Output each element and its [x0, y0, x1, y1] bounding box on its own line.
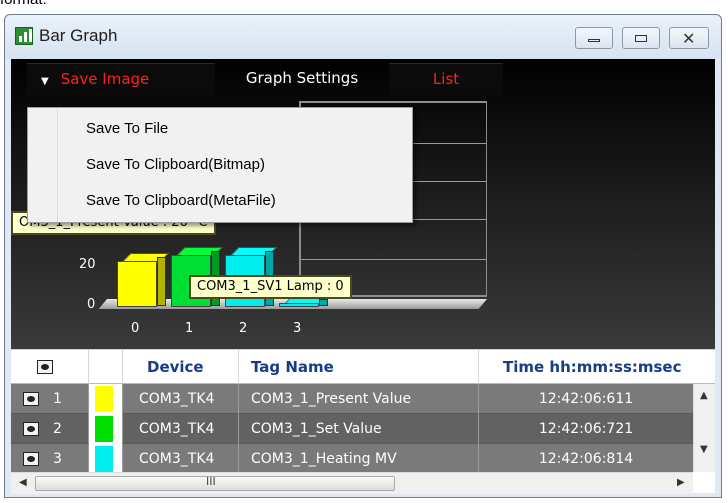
- horizontal-scrollbar[interactable]: ◀ III ▶: [11, 472, 693, 494]
- row-device: COM3_TK4: [123, 414, 239, 444]
- tab-save-image-label: Save Image: [60, 70, 150, 88]
- y-tick-label: 0: [87, 297, 96, 312]
- menu-item-save-to-file[interactable]: Save To File: [64, 112, 404, 146]
- row-device: COM3_TK4: [123, 444, 239, 474]
- color-swatch: [95, 446, 113, 472]
- color-swatch: [95, 416, 113, 442]
- eye-icon: [37, 360, 53, 374]
- header-color[interactable]: [89, 350, 123, 384]
- gridline: [301, 259, 487, 260]
- row-color-cell: [89, 384, 123, 414]
- row-tag-name: COM3_1_Heating MV: [239, 444, 479, 474]
- color-swatch: [95, 386, 113, 412]
- maximize-button[interactable]: [622, 27, 660, 49]
- tab-save-image[interactable]: ▼ Save Image: [27, 63, 215, 95]
- bar-0: [117, 253, 169, 307]
- row-visibility-cell[interactable]: 1: [11, 384, 89, 414]
- dropdown-arrow-icon: ▼: [41, 76, 49, 87]
- header-visibility[interactable]: [11, 350, 89, 384]
- title-bar[interactable]: Bar Graph ✕: [5, 15, 721, 59]
- row-visibility-cell[interactable]: 3: [11, 444, 89, 474]
- tab-list-label: List: [432, 70, 460, 88]
- scroll-right-icon[interactable]: ▶: [677, 477, 685, 488]
- row-number: 1: [53, 391, 62, 407]
- menu-item-clipboard-bitmap[interactable]: Save To Clipboard(Bitmap): [64, 148, 404, 182]
- row-time: 12:42:06:814: [538, 451, 634, 467]
- eye-icon[interactable]: [23, 422, 39, 436]
- close-button[interactable]: ✕: [669, 27, 709, 49]
- scroll-left-icon[interactable]: ◀: [19, 477, 27, 488]
- menu-gutter: [28, 108, 58, 222]
- table-row[interactable]: 1 COM3_TK4 COM3_1_Present Value 12:42:06:61…: [11, 384, 693, 414]
- row-number: 2: [53, 421, 62, 437]
- window-title: Bar Graph: [39, 26, 118, 45]
- bar-side: [319, 299, 328, 306]
- table-row[interactable]: 2 COM3_TK4 COM3_1_Set Value 12:42:06:721: [11, 414, 693, 444]
- bar-3: [279, 295, 331, 307]
- table-row[interactable]: 3 COM3_TK4 COM3_1_Heating MV 12:42:06:814: [11, 444, 693, 474]
- x-tick-label: 1: [185, 321, 194, 336]
- y-tick-label: 20: [79, 257, 96, 272]
- graph-panel: ▼ Save Image Graph Settings List 0 20 0 1 2 3…: [11, 59, 715, 349]
- horizontal-scroll-thumb[interactable]: III: [35, 475, 395, 491]
- bar-chart-icon: [15, 27, 33, 45]
- row-visibility-cell[interactable]: 2: [11, 414, 89, 444]
- close-icon: ✕: [682, 29, 696, 48]
- tooltip-sv1-lamp: COM3_1_SV1 Lamp : 0: [189, 275, 352, 299]
- row-device: COM3_TK4: [123, 384, 239, 414]
- tag-list-grid: Device Tag Name Time hh:mm:ss:msec 1 COM3…: [11, 349, 715, 494]
- vertical-scrollbar[interactable]: ▲ ▼: [693, 384, 715, 472]
- background-text: format.: [0, 0, 47, 8]
- scroll-down-icon[interactable]: ▼: [700, 444, 708, 455]
- save-image-menu: Save To File Save To Clipboard(Bitmap) S…: [27, 107, 413, 223]
- row-tag-name: COM3_1_Set Value: [239, 414, 479, 444]
- header-device[interactable]: Device: [123, 350, 239, 384]
- scroll-up-icon[interactable]: ▲: [700, 390, 708, 401]
- background-text-strip: format.: [0, 0, 728, 14]
- eye-icon[interactable]: [23, 452, 39, 466]
- eye-icon[interactable]: [23, 392, 39, 406]
- header-tag-name[interactable]: Tag Name: [239, 350, 479, 384]
- menu-item-clipboard-metafile[interactable]: Save To Clipboard(MetaFile): [64, 184, 404, 218]
- client-area: ▼ Save Image Graph Settings List 0 20 0 1 2 3…: [11, 59, 715, 494]
- row-time: 12:42:06:721: [538, 421, 634, 437]
- tab-list[interactable]: List: [389, 63, 503, 95]
- bar-side: [157, 257, 166, 306]
- row-time: 12:42:06:611: [538, 391, 634, 407]
- minimize-icon: [588, 39, 600, 42]
- minimize-button[interactable]: [575, 27, 613, 49]
- row-tag-name: COM3_1_Present Value: [239, 384, 479, 414]
- scroll-thumb-grip: III: [206, 475, 216, 488]
- tab-graph-settings-label: Graph Settings: [245, 69, 359, 87]
- x-tick-label: 0: [131, 321, 140, 336]
- x-tick-label: 2: [239, 321, 248, 336]
- row-color-cell: [89, 444, 123, 474]
- bar-graph-window: Bar Graph ✕ ▼ Save Image Graph Settings L…: [4, 14, 722, 498]
- x-tick-label: 3: [293, 321, 302, 336]
- row-color-cell: [89, 414, 123, 444]
- tab-graph-settings[interactable]: Graph Settings: [215, 63, 389, 95]
- header-time[interactable]: Time hh:mm:ss:msec: [479, 350, 715, 384]
- maximize-icon: [635, 35, 647, 42]
- row-number: 3: [53, 451, 62, 467]
